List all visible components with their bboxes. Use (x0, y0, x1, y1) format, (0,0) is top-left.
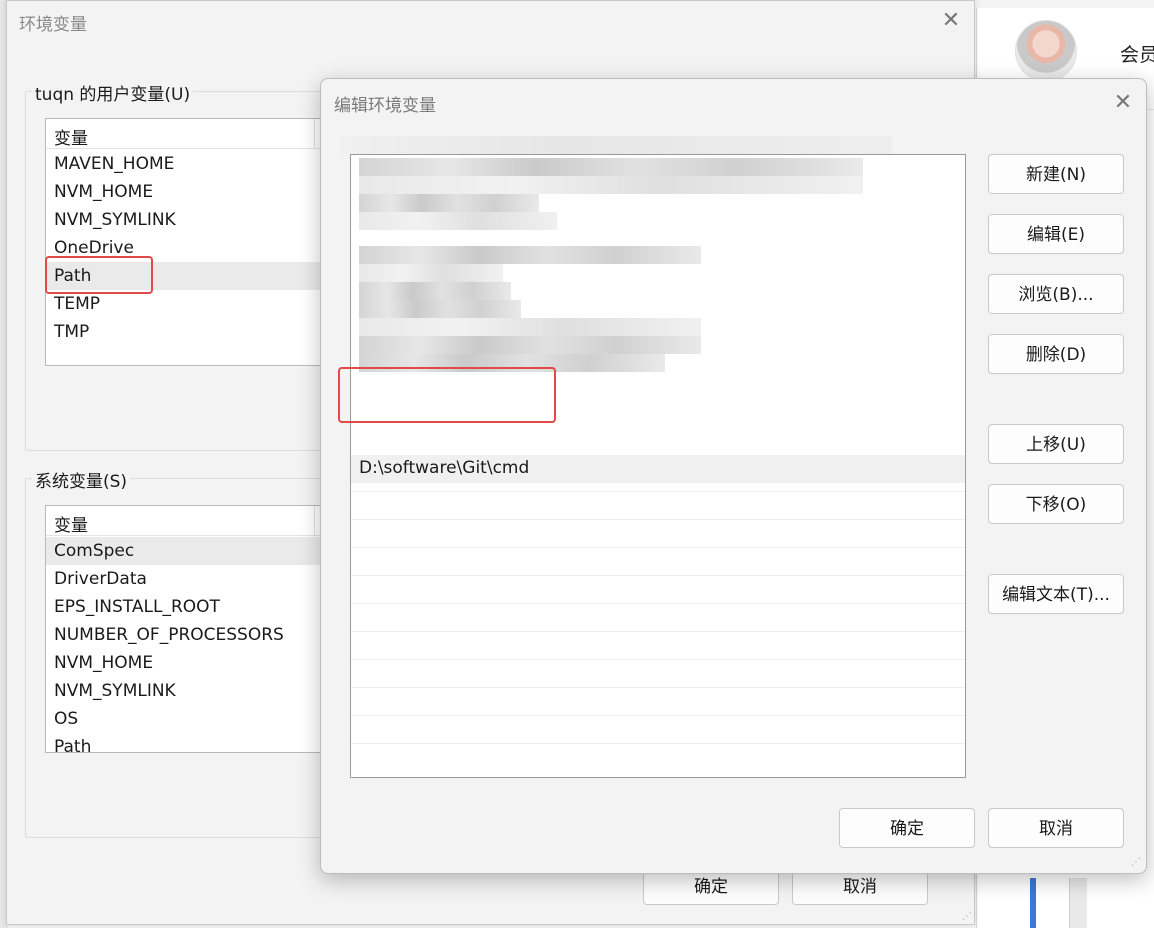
path-entry-text: D:\software\Git\cmd (359, 458, 530, 478)
path-entries-list[interactable]: D:\software\Git\cmd (350, 154, 966, 778)
resize-grip-icon[interactable]: ⋰ (962, 911, 972, 922)
blurred-entry[interactable] (359, 246, 701, 264)
list-item[interactable]: NVM_HOME (46, 178, 334, 206)
list-item[interactable]: NVM_SYMLINK (46, 206, 334, 234)
background-scrollbar (1069, 878, 1087, 928)
move-up-button[interactable]: 上移(U) (988, 424, 1124, 464)
list-item-selected[interactable]: ComSpec (46, 537, 334, 565)
list-item[interactable]: DriverData (46, 565, 334, 593)
list-row-divider (351, 519, 965, 520)
blurred-entry[interactable] (359, 336, 701, 354)
blurred-entry (340, 136, 892, 154)
column-header-variable[interactable]: 变量 (54, 124, 88, 149)
list-row-divider (351, 603, 965, 604)
column-separator[interactable] (314, 506, 315, 536)
blurred-entry[interactable] (359, 176, 863, 194)
blurred-entry[interactable] (359, 194, 539, 212)
ok-button[interactable]: 确定 (839, 808, 975, 848)
list-row-divider (351, 659, 965, 660)
close-icon[interactable]: ✕ (937, 7, 965, 35)
list-header[interactable]: 变量 (46, 506, 334, 536)
background-scroll-indicator (1030, 878, 1036, 928)
list-item[interactable]: NUMBER_OF_PROCESSORS (46, 621, 334, 649)
column-header-variable[interactable]: 变量 (54, 511, 88, 536)
blurred-entry[interactable] (359, 318, 701, 336)
list-row-divider (351, 743, 965, 744)
new-button[interactable]: 新建(N) (988, 154, 1124, 194)
list-item[interactable]: TMP (46, 318, 334, 346)
list-row-divider (351, 575, 965, 576)
resize-grip-icon[interactable]: ⋰ (1131, 857, 1141, 868)
user-variables-label: tuqn 的用户变量(U) (32, 80, 194, 105)
list-row-divider (351, 687, 965, 688)
git-cmd-highlight-box (338, 367, 556, 423)
member-label[interactable]: 会员 (1120, 40, 1154, 67)
list-item[interactable]: TEMP (46, 290, 334, 318)
dialog-title: 编辑环境变量 (334, 96, 436, 116)
edit-environment-variable-dialog: 编辑环境变量 ✕ D:\software\Git\cmd 新建(N) 编辑(E)… (320, 78, 1147, 874)
user-variables-list[interactable]: 变量 MAVEN_HOME NVM_HOME NVM_SYMLINK OneDr… (45, 118, 335, 366)
list-item[interactable]: EPS_INSTALL_ROOT (46, 593, 334, 621)
list-item[interactable]: Path (46, 733, 334, 752)
browse-button[interactable]: 浏览(B)... (988, 274, 1124, 314)
list-item[interactable]: MAVEN_HOME (46, 150, 334, 178)
blurred-entry[interactable] (359, 264, 503, 282)
close-icon[interactable]: ✕ (1109, 89, 1137, 117)
delete-button[interactable]: 删除(D) (988, 334, 1124, 374)
blurred-entry[interactable] (359, 282, 511, 300)
cancel-button[interactable]: 取消 (988, 808, 1124, 848)
list-item[interactable]: OS (46, 705, 334, 733)
edit-button[interactable]: 编辑(E) (988, 214, 1124, 254)
list-item[interactable]: NVM_SYMLINK (46, 677, 334, 705)
move-down-button[interactable]: 下移(O) (988, 484, 1124, 524)
list-item[interactable]: NVM_HOME (46, 649, 334, 677)
window-title: 环境变量 (19, 15, 87, 35)
blurred-entry[interactable] (359, 212, 557, 230)
blurred-entry[interactable] (359, 158, 863, 176)
edit-text-button[interactable]: 编辑文本(T)... (988, 574, 1124, 614)
list-row-divider (351, 631, 965, 632)
column-separator[interactable] (314, 119, 315, 149)
path-highlight-box (45, 256, 153, 294)
path-entry-git-cmd[interactable]: D:\software\Git\cmd (351, 455, 965, 483)
list-header[interactable]: 变量 (46, 119, 334, 149)
system-variables-list[interactable]: 变量 ComSpec DriverData EPS_INSTALL_ROOT N… (45, 505, 335, 753)
system-variables-label: 系统变量(S) (32, 467, 131, 492)
list-row-divider (351, 715, 965, 716)
blurred-entry[interactable] (359, 300, 521, 318)
list-row-divider (351, 491, 965, 492)
avatar[interactable] (1015, 20, 1077, 82)
list-row-divider (351, 547, 965, 548)
